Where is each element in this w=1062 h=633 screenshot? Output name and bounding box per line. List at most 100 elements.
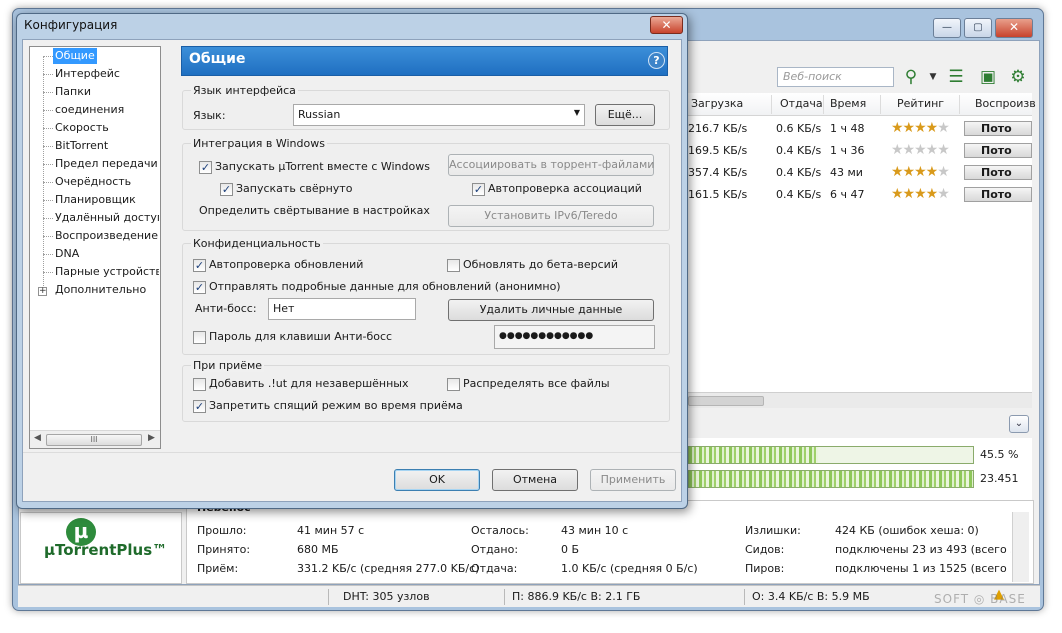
preallocate-checkbox[interactable] <box>447 378 460 391</box>
info-label: Сидов: <box>745 543 785 556</box>
info-label: Осталось: <box>471 524 529 537</box>
scrollbar-thumb[interactable] <box>688 396 764 406</box>
web-search-input[interactable]: Веб-поиск <box>777 67 894 87</box>
time-left: 6 ч 47 <box>830 188 865 201</box>
table-row[interactable]: 161.5 KБ/s 0.4 KБ/s 6 ч 47 ★★★★★ Пото <box>686 184 1032 206</box>
beta-update-checkbox[interactable] <box>447 259 460 272</box>
chevron-down-icon: ▼ <box>573 108 580 117</box>
info-label: Отдано: <box>471 543 519 556</box>
boss-password-checkbox[interactable] <box>193 331 206 344</box>
info-value: 0 Б <box>561 543 580 556</box>
auto-update-checkbox[interactable]: ✓ <box>193 259 206 272</box>
auto-check-associations-checkbox[interactable]: ✓ <box>472 183 485 196</box>
apply-button[interactable]: Применить <box>590 469 676 491</box>
scroll-left-icon[interactable]: ◀ <box>34 433 41 443</box>
send-data-checkbox[interactable]: ✓ <box>193 281 206 294</box>
boss-password-field[interactable]: ●●●●●●●●●●●● <box>494 325 655 349</box>
ok-button[interactable]: OK <box>394 469 480 491</box>
clear-private-data-button[interactable]: Удалить личные данные <box>448 299 654 321</box>
column-header-rating[interactable]: Рейтинг <box>897 97 944 110</box>
table-row[interactable]: 169.5 KБ/s 0.4 KБ/s 1 ч 36 ★★★★★ Пото <box>686 140 1032 162</box>
group-title: Конфиденциальность <box>191 237 323 250</box>
tree-item-general[interactable]: Общие <box>53 48 97 64</box>
tree-connector <box>43 200 53 201</box>
play-button[interactable]: Пото <box>964 165 1032 180</box>
info-value: подключены 1 из 1525 (всего 115 <box>835 562 1011 575</box>
search-dropdown-icon[interactable]: ▼ <box>922 66 944 88</box>
list-view-icon[interactable]: ☰ <box>945 66 967 88</box>
boss-key-label: Анти-босс: <box>195 302 257 315</box>
close-button[interactable]: ✕ <box>995 18 1033 38</box>
tree-item-transfer-cap[interactable]: Предел передачи <box>55 156 158 172</box>
start-with-windows-label: Запускать µTorrent вместе с Windows <box>215 160 430 173</box>
column-header-time[interactable]: Время <box>830 97 866 110</box>
play-button[interactable]: Пото <box>964 121 1032 136</box>
tree-item-bittorrent[interactable]: BitTorrent <box>55 138 108 154</box>
table-row[interactable]: 357.4 KБ/s 0.4 KБ/s 43 ми ★★★★★ Пото <box>686 162 1032 184</box>
maximize-button[interactable]: ▢ <box>964 18 992 38</box>
downloaded-bar <box>688 446 974 464</box>
transfer-info-panel: Перенос Прошло: 41 мин 57 с Принято: 680… <box>186 500 1034 584</box>
more-languages-button[interactable]: Ещё... <box>595 104 655 126</box>
tree-item-playback[interactable]: Воспроизведение <box>55 228 158 244</box>
start-with-windows-checkbox[interactable]: ✓ <box>199 161 212 174</box>
start-minimized-checkbox[interactable]: ✓ <box>220 183 233 196</box>
upload-speed: 0.6 KБ/s <box>776 122 822 135</box>
auto-update-label: Автопроверка обновлений <box>209 258 364 271</box>
tree-item-advanced[interactable]: Дополнительно <box>55 282 146 298</box>
install-ipv6-button[interactable]: Установить IPv6/Teredo <box>448 205 654 227</box>
scrollbar-thumb[interactable]: III <box>46 434 142 446</box>
tree-item-dna[interactable]: DNA <box>55 246 79 262</box>
torrent-list-hscrollbar[interactable] <box>686 392 1032 408</box>
panel-header <box>181 46 668 76</box>
help-icon[interactable]: ? <box>648 52 665 69</box>
remote-device-icon[interactable]: ▣ <box>977 66 999 88</box>
minimize-button[interactable]: — <box>933 18 961 38</box>
append-ut-checkbox[interactable] <box>193 378 206 391</box>
download-speed: 216.7 KБ/s <box>688 122 748 135</box>
language-label: Язык: <box>193 109 226 122</box>
tree-item-queueing[interactable]: Очерёдность <box>55 174 131 190</box>
boss-key-field[interactable]: Нет <box>268 298 416 320</box>
play-button[interactable]: Пото <box>964 143 1032 158</box>
tree-connector <box>43 164 53 165</box>
language-select[interactable]: Russian ▼ <box>293 104 585 126</box>
group-title: Язык интерфейса <box>191 84 298 97</box>
cancel-button[interactable]: Отмена <box>492 469 578 491</box>
table-row[interactable]: 216.7 KБ/s 0.6 KБ/s 1 ч 48 ★★★★★ Пото <box>686 118 1032 140</box>
tree-item-interface[interactable]: Интерфейс <box>55 66 120 82</box>
download-group <box>182 365 670 422</box>
prevent-sleep-checkbox[interactable]: ✓ <box>193 400 206 413</box>
info-vscrollbar[interactable] <box>1012 512 1029 582</box>
tree-item-folders[interactable]: Папки <box>55 84 91 100</box>
tree-item-remote[interactable]: Удалённый доступ <box>55 210 159 226</box>
minimize-settings-note: Определить свёртывание в настройках <box>199 204 430 217</box>
rating-stars[interactable]: ★★★★★ <box>891 142 950 158</box>
settings-gear-icon[interactable]: ⚙ <box>1007 66 1029 88</box>
tree-expand-icon[interactable]: + <box>38 287 47 296</box>
column-header-upload[interactable]: Отдача <box>780 97 823 110</box>
tree-item-paired-devices[interactable]: Парные устройства <box>55 264 159 280</box>
tree-item-speed[interactable]: Скорость <box>55 120 109 136</box>
tree-hscrollbar[interactable]: ◀ III ▶ <box>30 430 160 448</box>
tree-item-connections[interactable]: соединения <box>55 102 124 118</box>
column-separator <box>771 95 772 114</box>
tree-item-scheduler[interactable]: Планировщик <box>55 192 136 208</box>
collapse-panel-button[interactable]: ⌄ <box>1009 415 1029 433</box>
scroll-right-icon[interactable]: ▶ <box>148 433 155 443</box>
column-header-download[interactable]: Загрузка <box>691 97 743 110</box>
rating-stars[interactable]: ★★★★★ <box>891 120 950 136</box>
torrent-list-header: Загрузка Отдача Время Рейтинг Воспроизв <box>686 93 1036 116</box>
tree-connector <box>43 128 53 129</box>
associate-torrent-files-button[interactable]: Ассоциировать в торрент-файлами <box>448 154 654 176</box>
search-icon[interactable]: ⚲ <box>900 66 922 88</box>
play-button[interactable]: Пото <box>964 187 1032 202</box>
info-value: 1.0 KБ/с (средняя 0 Б/с) <box>561 562 698 575</box>
column-header-play[interactable]: Воспроизв <box>975 97 1036 110</box>
prevent-sleep-label: Запретить спящий режим во время приёма <box>209 399 463 412</box>
download-speed: 161.5 KБ/s <box>688 188 748 201</box>
dialog-close-button[interactable]: ✕ <box>650 16 683 34</box>
rating-stars[interactable]: ★★★★★ <box>891 186 950 202</box>
info-label: Излишки: <box>745 524 801 537</box>
rating-stars[interactable]: ★★★★★ <box>891 164 950 180</box>
